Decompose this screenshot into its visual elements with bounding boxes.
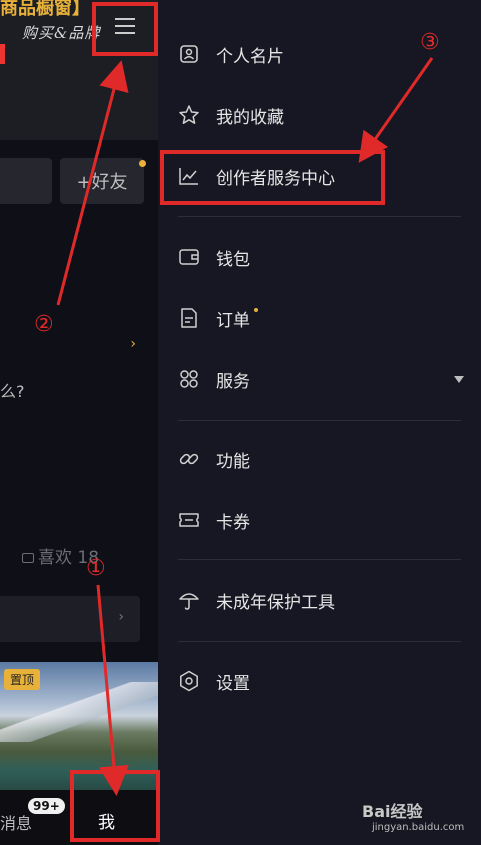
id-card-icon — [178, 43, 200, 65]
dropdown-triangle-icon — [454, 375, 464, 383]
chevron-right-icon[interactable]: › — [130, 336, 136, 352]
highlight-box-creator-center — [160, 150, 385, 205]
document-icon — [178, 307, 200, 329]
gear-icon — [178, 670, 200, 692]
highlight-box-me-tab — [70, 770, 160, 842]
menu-item-coupons[interactable]: 卡券 — [178, 500, 468, 540]
annotation-number-1: ① — [86, 556, 106, 581]
profile-background: 商品橱窗】 购买&品牌 +好友 › 么? 喜欢 18 › 置顶 消息 99+ 我 — [0, 0, 158, 845]
menu-divider — [178, 559, 461, 560]
friend-row: +好友 — [0, 158, 158, 206]
bio-text: 么? — [0, 382, 25, 401]
pinned-badge: 置顶 — [4, 669, 41, 690]
menu-item-label: 服务 — [216, 371, 250, 392]
lock-icon — [22, 553, 34, 563]
annotation-number-3: ③ — [420, 30, 440, 55]
menu-item-wallet[interactable]: 钱包 — [178, 237, 468, 277]
add-friend-button[interactable]: +好友 — [60, 158, 146, 204]
side-drawer-menu: 个人名片 我的收藏 创作者服务中心 钱包 订单 服务 功能 卡券 未成年保护工具… — [158, 0, 481, 845]
menu-item-label: 钱包 — [216, 249, 250, 270]
menu-item-label: 功能 — [216, 451, 250, 472]
star-icon — [178, 104, 200, 126]
profile-edit-box[interactable] — [0, 158, 52, 204]
menu-item-minor-protection[interactable]: 未成年保护工具 — [178, 580, 468, 620]
menu-item-label: 我的收藏 — [216, 107, 284, 128]
umbrella-icon — [178, 589, 200, 611]
grid-icon — [178, 368, 200, 390]
message-badge: 99+ — [28, 798, 65, 814]
new-indicator-dot — [254, 308, 258, 312]
mountain-image — [0, 682, 158, 742]
menu-item-label: 订单 — [216, 310, 250, 331]
banner-cursive-text: 购买&品牌 — [22, 24, 101, 42]
link-icon — [178, 448, 200, 470]
chevron-right-icon: › — [118, 609, 124, 625]
menu-item-features[interactable]: 功能 — [178, 439, 468, 479]
menu-item-label: 个人名片 — [216, 46, 284, 67]
menu-item-services[interactable]: 服务 — [178, 359, 468, 399]
menu-item-label: 设置 — [216, 673, 250, 694]
wallet-icon — [178, 246, 200, 268]
notification-dot — [139, 160, 146, 167]
menu-divider — [178, 216, 461, 217]
menu-item-orders[interactable]: 订单 — [178, 298, 468, 338]
menu-item-settings[interactable]: 设置 — [178, 661, 468, 701]
tab-messages[interactable]: 消息 — [0, 810, 32, 834]
ticket-icon — [178, 509, 200, 531]
watermark-brand: Bai经验 — [362, 802, 423, 821]
menu-item-label: 未成年保护工具 — [216, 592, 335, 613]
menu-divider — [178, 420, 461, 421]
content-strip[interactable]: › — [0, 596, 140, 642]
annotation-number-2: ② — [34, 312, 54, 337]
banner-title: 商品橱窗】 — [0, 0, 90, 19]
watermark-url: jingyan.baidu.com — [372, 822, 465, 833]
highlight-box-menu — [92, 2, 158, 56]
menu-item-label: 卡券 — [216, 512, 250, 533]
add-friend-label: +好友 — [76, 172, 128, 193]
banner-red-tag — [0, 44, 5, 64]
menu-divider — [178, 641, 461, 642]
baidu-watermark: Bai经验 jingyan.baidu.com — [362, 798, 464, 833]
menu-item-favorites[interactable]: 我的收藏 — [178, 95, 468, 135]
